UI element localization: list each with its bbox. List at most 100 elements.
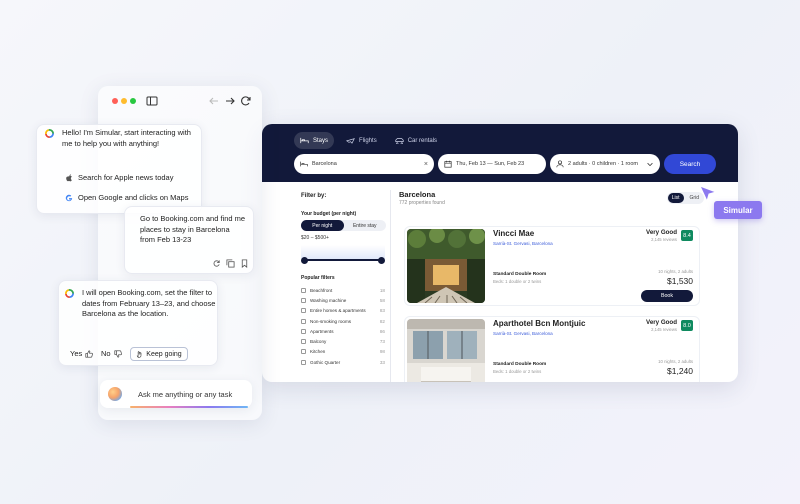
suggestion-label: Search for Apple news today: [78, 173, 174, 182]
filter-count: 73: [379, 339, 385, 345]
user-message-line: places to stay in Barcelona: [140, 224, 230, 234]
price-histogram: [301, 245, 385, 259]
guests-selector[interactable]: 2 adults · 0 children · 1 room: [550, 154, 660, 174]
filter-item[interactable]: Entire homes & apartments 83: [301, 306, 385, 316]
filter-count: 98: [379, 349, 385, 355]
filter-title: Filter by:: [301, 193, 327, 199]
destination-input[interactable]: Barcelona ×: [294, 154, 434, 174]
stay-summary: 10 nights, 2 adults: [658, 359, 693, 364]
google-icon: [65, 194, 73, 201]
filter-count: 83: [379, 308, 385, 314]
entire-stay-option[interactable]: Entire stay: [344, 220, 387, 231]
popular-filters-list: Beachfront 18 Washing machine 58 Entire ho…: [295, 285, 390, 367]
slider-track: [303, 259, 383, 261]
copy-icon[interactable]: [226, 259, 235, 268]
review-count: 2,145 reviews: [651, 327, 677, 332]
filter-count: 18: [379, 287, 385, 293]
hotel-location[interactable]: Sarrià-St. Gervasi, Barcelona: [493, 331, 553, 336]
checkbox[interactable]: [301, 318, 306, 324]
hotel-photo[interactable]: [407, 319, 485, 382]
plane-icon: [346, 138, 355, 144]
checkbox[interactable]: [301, 349, 306, 355]
tab-car-rentals[interactable]: Car rentals: [389, 132, 443, 149]
hotel-name[interactable]: Aparthotel Bcn Montjuic: [493, 319, 585, 328]
checkbox[interactable]: [301, 339, 306, 345]
close-window-button[interactable]: [112, 98, 118, 104]
checkbox[interactable]: [301, 359, 306, 365]
search-button[interactable]: Search: [664, 154, 716, 174]
forward-arrow-icon[interactable]: [224, 95, 236, 107]
suggestion-apple-news[interactable]: Search for Apple news today: [65, 173, 173, 182]
filter-item[interactable]: Non-smoking rooms 82: [301, 316, 385, 326]
bed-icon: [300, 137, 309, 144]
budget-toggle: Per night Entire stay: [301, 220, 386, 231]
hotel-name[interactable]: Vincci Mae: [493, 229, 534, 238]
user-message-line: from Feb 13-23: [140, 235, 192, 244]
filter-item[interactable]: Gothic Quarter 33: [301, 357, 385, 367]
tab-stays[interactable]: Stays: [294, 132, 335, 149]
filter-label: Gothic Quarter: [310, 359, 341, 365]
filter-label: Washing machine: [310, 297, 347, 303]
date-value: Thu, Feb 13 — Sun, Feb 23: [456, 161, 525, 167]
results-title: Barcelona: [399, 190, 436, 199]
filter-item[interactable]: Kitchen 98: [301, 347, 385, 357]
filter-sidebar: Filter by: Your budget (per night) Per n…: [295, 190, 391, 382]
hotel-location[interactable]: Sarrià-St. Gervasi, Barcelona: [493, 241, 553, 246]
checkbox[interactable]: [301, 328, 306, 334]
keep-going-button[interactable]: Keep going: [130, 347, 188, 361]
filter-item[interactable]: Balcony 73: [301, 336, 385, 346]
booking-window: Stays Flights Car rentals Barcelona × Th…: [262, 124, 738, 382]
checkbox[interactable]: [301, 297, 306, 303]
slider-max-handle[interactable]: [378, 257, 385, 264]
booking-tabs: Stays Flights Car rentals: [294, 132, 443, 149]
tab-flights-label: Flights: [359, 137, 377, 144]
minimize-window-button[interactable]: [121, 98, 127, 104]
greeting-text: Hello! I'm Simular, start interacting wi…: [62, 128, 202, 149]
budget-label: Your budget (per night): [301, 211, 357, 217]
filter-label: Beachfront: [310, 287, 333, 293]
filter-label: Balcony: [310, 339, 327, 345]
back-arrow-icon[interactable]: [208, 95, 220, 107]
simular-orb-icon: [108, 387, 122, 401]
filter-item[interactable]: Apartments 86: [301, 326, 385, 336]
sidebar-icon[interactable]: [146, 95, 158, 107]
guests-value: 2 adults · 0 children · 1 room: [568, 161, 639, 167]
bookmark-icon[interactable]: [240, 259, 249, 268]
date-picker[interactable]: Thu, Feb 13 — Sun, Feb 23: [438, 154, 546, 174]
slider-min-handle[interactable]: [301, 257, 308, 264]
hotel-card[interactable]: Vincci Mae Sarrià-St. Gervasi, Barcelona…: [404, 226, 700, 306]
checkbox[interactable]: [301, 287, 306, 293]
filter-count: 33: [379, 359, 385, 365]
per-night-option[interactable]: Per night: [301, 220, 344, 231]
book-button[interactable]: Book: [641, 290, 693, 302]
budget-range: $20 – $500+: [301, 235, 329, 241]
yes-button[interactable]: Yes: [70, 349, 94, 358]
filter-item[interactable]: Beachfront 18: [301, 285, 385, 295]
review-count: 2,145 reviews: [651, 237, 677, 242]
filter-count: 58: [379, 297, 385, 303]
rating-label: Very Good: [646, 319, 677, 326]
maximize-window-button[interactable]: [130, 98, 136, 104]
clear-icon[interactable]: ×: [424, 161, 428, 168]
no-button[interactable]: No: [101, 349, 122, 358]
suggestion-google-maps[interactable]: Open Google and clicks on Maps: [65, 193, 188, 202]
filter-count: 86: [379, 328, 385, 334]
chat-input[interactable]: Ask me anything or any task: [100, 380, 252, 408]
reload-icon[interactable]: [240, 95, 252, 107]
checkbox[interactable]: [301, 308, 306, 314]
price-slider[interactable]: [301, 245, 385, 265]
hotel-photo[interactable]: [407, 229, 485, 303]
retry-icon[interactable]: [212, 259, 221, 268]
car-icon: [395, 138, 404, 144]
thumbs-up-icon: [85, 349, 94, 358]
search-bar: Barcelona × Thu, Feb 13 — Sun, Feb 23 2 …: [294, 154, 716, 174]
tab-flights[interactable]: Flights: [340, 132, 383, 149]
results-panel: Barcelona 772 properties found List Grid: [399, 190, 704, 382]
stay-summary: 10 nights, 2 adults: [658, 269, 693, 274]
list-view-button[interactable]: List: [667, 193, 684, 203]
user-message-text: Go to Booking.com and find me places to …: [140, 214, 250, 246]
hotel-card[interactable]: Aparthotel Bcn Montjuic Sarrià-St. Gerva…: [404, 316, 700, 382]
filter-item[interactable]: Washing machine 58: [301, 295, 385, 305]
reply-line: Barcelona as the location.: [82, 309, 169, 318]
google-icon: [65, 289, 74, 298]
